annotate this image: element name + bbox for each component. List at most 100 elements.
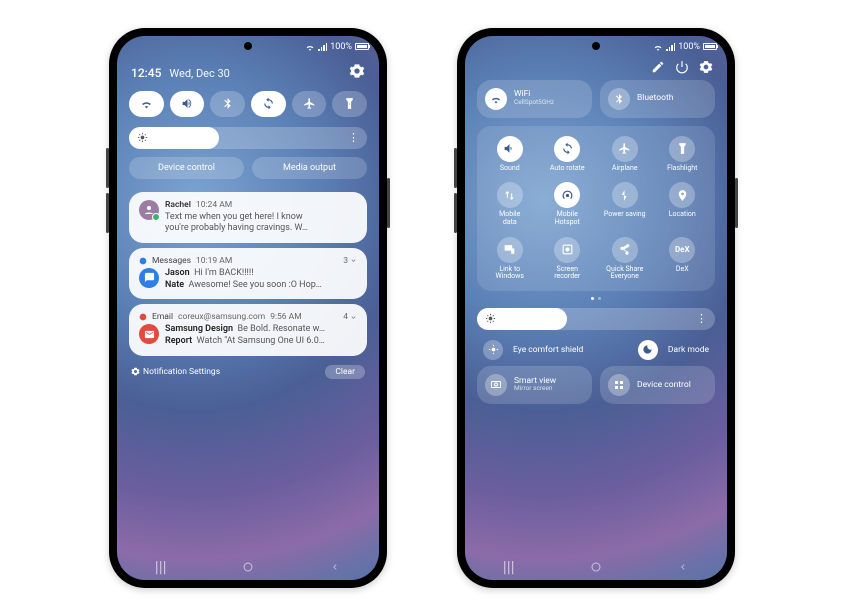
presence-badge (152, 213, 160, 221)
signal-icon (318, 43, 327, 51)
notif-body: Watch "At Samsung One UI 6.0… (197, 336, 325, 346)
nav-recents[interactable]: ||| (502, 557, 516, 576)
notif-title: Jason (165, 268, 190, 278)
power-button[interactable] (387, 178, 390, 228)
notification-settings-link[interactable]: Notification Settings (131, 367, 220, 377)
airplane-toggle[interactable] (292, 91, 327, 117)
screenrec-icon (561, 243, 574, 256)
notif-line: Text me when you get here! I know (165, 212, 357, 224)
autorotate-toggle[interactable]: Auto rotate (541, 136, 595, 173)
wifi-icon (305, 42, 315, 52)
clock-time: 12:45 (131, 66, 161, 80)
smartview-tile[interactable]: Smart viewMirror screen (477, 366, 592, 404)
app-icon (139, 257, 147, 265)
settings-icon[interactable] (349, 63, 365, 79)
bluetooth-toggle[interactable] (210, 91, 245, 117)
volume-down-button[interactable] (454, 193, 457, 233)
powersaving-toggle[interactable]: Power saving (598, 182, 652, 226)
mobiledata-toggle[interactable]: Mobile data (483, 182, 537, 226)
notification-card[interactable]: Email coreux@samsung.com 9:56 AM 4 Samsu… (129, 304, 367, 355)
location-toggle[interactable]: Location (656, 182, 710, 226)
flashlight-toggle[interactable] (332, 91, 367, 117)
brightness-menu-icon[interactable]: ⋮ (696, 312, 707, 325)
notif-body: Awesome! See you soon :O Hop… (189, 280, 322, 290)
brightness-icon (137, 132, 148, 143)
brightness-slider[interactable]: ⋮ (477, 308, 715, 330)
airplane-toggle[interactable]: Airplane (598, 136, 652, 173)
notif-title: Report (165, 336, 192, 346)
power-icon[interactable] (675, 60, 689, 74)
location-icon (676, 189, 689, 202)
edit-icon[interactable] (651, 60, 665, 74)
hotspot-toggle[interactable]: Mobile Hotspot (541, 182, 595, 226)
brightness-icon (485, 313, 496, 324)
avatar (139, 200, 159, 220)
notification-card[interactable]: Messages 10:19 AM 3 Jason Hi I'm BACK!!!… (129, 248, 367, 299)
nav-home[interactable] (241, 561, 255, 573)
power-button[interactable] (735, 178, 738, 228)
devicecontrol-tile[interactable]: Device control (600, 366, 715, 404)
nav-home[interactable] (589, 561, 603, 573)
media-output-chip[interactable]: Media output (252, 157, 367, 179)
nav-back[interactable] (328, 562, 342, 572)
bluetooth-tile[interactable]: Bluetooth (600, 80, 715, 118)
qs-grid: Sound Auto rotate Airplane Flashlight Mo… (477, 126, 715, 291)
nav-bar: ||| (117, 554, 379, 580)
powersaving-icon (618, 189, 631, 202)
brightness-menu-icon[interactable]: ⋮ (348, 131, 359, 144)
app-badge-icon (139, 324, 159, 344)
tile-title: Device control (637, 381, 691, 390)
brightness-slider[interactable]: ⋮ (129, 127, 367, 149)
battery-pct: 100% (330, 42, 352, 52)
volume-up-button[interactable] (106, 148, 109, 188)
phone-left: 100% 12:45 Wed, Dec 30 ⋮ Device control (109, 28, 387, 588)
volume-down-button[interactable] (106, 193, 109, 233)
chevron-down-icon (350, 314, 357, 321)
nav-back[interactable] (676, 562, 690, 572)
eyecomfort-toggle[interactable] (483, 340, 503, 360)
clock-date: Wed, Dec 30 (169, 67, 229, 80)
chip-row: Device control Media output (117, 153, 379, 187)
notif-sub: coreux@samsung.com (178, 312, 265, 322)
sound-icon (503, 142, 516, 155)
mobiledata-icon (503, 189, 516, 202)
screenrec-toggle[interactable]: Screen recorder (541, 237, 595, 281)
notif-count: 3 (343, 256, 357, 266)
notif-app: Messages (152, 256, 191, 266)
sound-toggle[interactable]: Sound (483, 136, 537, 173)
notif-title: Nate (165, 280, 184, 290)
battery-pct: 100% (678, 42, 700, 52)
notif-title: Samsung Design (165, 324, 233, 334)
tile-sub: Mirror screen (514, 385, 556, 393)
hotspot-icon (561, 189, 574, 202)
quickshare-toggle[interactable]: Quick Share Everyone (598, 237, 652, 281)
autorotate-toggle[interactable] (251, 91, 286, 117)
devicecontrol-icon (608, 374, 630, 396)
sound-toggle[interactable] (170, 91, 205, 117)
wifi-tile[interactable]: WiFiCellSpot5GHz (477, 80, 592, 118)
phone-right: 100% WiFiCellSpot5GHz Bluetooth Sound Au… (457, 28, 735, 588)
nav-recents[interactable]: ||| (154, 557, 168, 576)
clear-button[interactable]: Clear (325, 365, 365, 379)
notif-time: 10:24 AM (196, 200, 232, 211)
notif-app: Email (152, 312, 173, 322)
smartview-icon (485, 374, 507, 396)
device-control-chip[interactable]: Device control (129, 157, 244, 179)
notif-time: 10:19 AM (196, 256, 232, 266)
darkmode-toggle[interactable] (638, 340, 658, 360)
battery-icon (355, 43, 369, 50)
flashlight-toggle[interactable]: Flashlight (656, 136, 710, 173)
darkmode-icon (642, 344, 653, 355)
notif-count: 4 (343, 312, 357, 322)
notification-card[interactable]: Rachel 10:24 AM Text me when you get her… (129, 192, 367, 243)
volume-up-button[interactable] (454, 148, 457, 188)
quickshare-icon (618, 243, 631, 256)
wifi-toggle[interactable] (129, 91, 164, 117)
dex-toggle[interactable]: DeXDeX (656, 237, 710, 281)
signal-icon (666, 43, 675, 51)
pager (465, 293, 727, 302)
app-badge-icon (139, 268, 159, 288)
settings-icon[interactable] (699, 60, 713, 74)
linkwindows-toggle[interactable]: Link to Windows (483, 237, 537, 281)
bottom-tile-row: Smart viewMirror screen Device control (465, 366, 727, 410)
